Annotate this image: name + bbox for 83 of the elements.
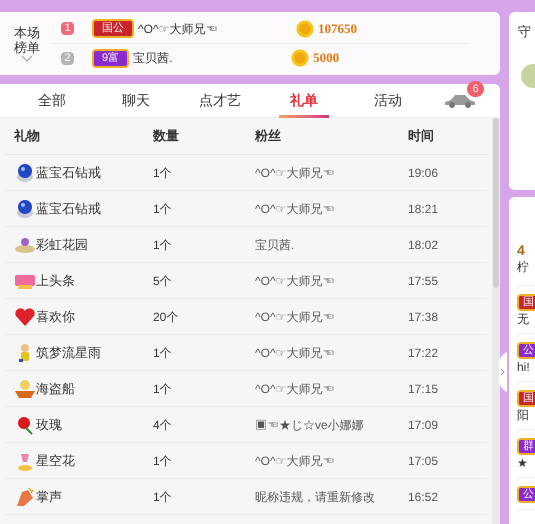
table-cell-text: ^O^☞大师兄☜ — [255, 272, 336, 290]
tab[interactable]: 全部 — [10, 84, 94, 118]
column-header: 礼物 — [12, 127, 41, 146]
table-cell-text: 4个 — [153, 416, 173, 434]
user-name: ^O^☞大师兄☜ — [138, 20, 219, 38]
rank-badge: 9富 — [92, 48, 130, 68]
tab-underline — [279, 114, 329, 118]
table-cell-text: 1个 — [153, 380, 173, 398]
table-cell-text: ^O^☞大师兄☜ — [255, 380, 336, 398]
rank-number: 2 — [61, 52, 74, 64]
table-cell-text: 1个 — [153, 344, 173, 362]
count: 4 — [517, 241, 526, 259]
side-title: 守 — [517, 23, 532, 41]
column-header: 数量 — [153, 127, 180, 146]
table-cell-text: 1个 — [153, 200, 173, 218]
table-cell-text: ^O^☞大师兄☜ — [255, 164, 336, 182]
coin-icon — [296, 20, 314, 38]
ship-icon — [14, 378, 36, 400]
user-name: 宝贝茜. — [133, 50, 174, 67]
rank-badge: 国公 — [92, 19, 134, 38]
gem-ring-icon — [14, 162, 36, 184]
rank-badge: 群 — [517, 438, 535, 455]
tab[interactable]: 点才艺 — [178, 84, 262, 118]
chevron-down-icon[interactable] — [21, 54, 33, 62]
gift-name: 喜欢你 — [36, 308, 75, 326]
table-cell-text: ^O^☞大师兄☜ — [255, 344, 336, 362]
table-cell-text: 宝贝茜. — [255, 236, 296, 254]
notification-count: 6 — [467, 80, 484, 96]
car-icon[interactable] — [444, 94, 476, 108]
gift-name: 蓝宝石钻戒 — [36, 164, 101, 182]
table-cell-text: 昵称违规，请重新修改 — [255, 488, 376, 506]
table-cell-text: 18:02 — [408, 236, 440, 254]
table-cell-text: 1个 — [153, 452, 173, 470]
table-cell-text: 16:52 — [408, 488, 440, 506]
gift-name: 筑梦流星雨 — [36, 344, 101, 362]
gift-name: 海盗船 — [36, 380, 75, 398]
tab[interactable]: 活动 — [346, 84, 430, 118]
table-cell-text: 17:15 — [408, 380, 440, 398]
table-cell-text: 20个 — [153, 308, 180, 326]
rank-badge: 国 — [517, 390, 535, 407]
table-cell-text: ^O^☞大师兄☜ — [255, 308, 336, 326]
table-cell-text: 5个 — [153, 272, 173, 290]
gift-name: 玫瑰 — [36, 416, 62, 434]
table-cell-text: 17:09 — [408, 416, 440, 434]
table-cell-text: 19:06 — [408, 164, 440, 182]
table-cell-text: ▣☜★じ☆ve小娜娜 — [255, 416, 365, 434]
table-cell-text: 18:21 — [408, 200, 440, 218]
score: 107650 — [318, 20, 357, 38]
table-cell-text: 17:22 — [408, 344, 440, 362]
rank-badge: 公 — [517, 342, 535, 359]
message: 柠 — [517, 259, 535, 286]
table-cell-text: ^O^☞大师兄☜ — [255, 452, 336, 470]
table-cell-text: 1个 — [153, 488, 173, 506]
leaderboard-title: 本场榜单 — [13, 24, 41, 54]
message: ★ — [517, 455, 528, 471]
coin-icon — [291, 49, 310, 67]
gift-name: 星空花 — [36, 452, 75, 470]
table-cell-text: ^O^☞大师兄☜ — [255, 200, 336, 218]
table-cell-text: 1个 — [153, 164, 173, 182]
rank-badge: 国 — [517, 294, 535, 311]
column-header: 时间 — [408, 127, 435, 146]
heart-icon — [14, 306, 36, 328]
table-cell-text: 1个 — [153, 236, 173, 254]
message: hi! — [517, 359, 530, 375]
table-cell-text: 17:55 — [408, 272, 440, 290]
score: 5000 — [313, 49, 340, 68]
message: 无 — [517, 311, 529, 327]
column-header: 粉丝 — [255, 127, 282, 146]
gem-ring-icon — [14, 198, 36, 220]
scrollbar-thumb[interactable] — [493, 118, 499, 288]
tab[interactable]: 礼单 — [262, 84, 346, 118]
message: 阳 — [517, 407, 529, 423]
gift-name: 掌声 — [36, 488, 62, 506]
clapping-hands-icon — [14, 486, 36, 508]
collapse-icon[interactable] — [499, 352, 507, 392]
gift-name: 彩虹花园 — [36, 236, 88, 254]
table-cell-text: 17:38 — [408, 308, 440, 326]
rank-badge: 公 — [517, 486, 535, 503]
gift-name: 上头条 — [36, 272, 75, 290]
table-cell-text: 17:05 — [408, 452, 440, 470]
gift-name: 蓝宝石钻戒 — [36, 200, 101, 218]
tab[interactable]: 聊天 — [94, 84, 178, 118]
rank-number: 1 — [61, 22, 74, 35]
